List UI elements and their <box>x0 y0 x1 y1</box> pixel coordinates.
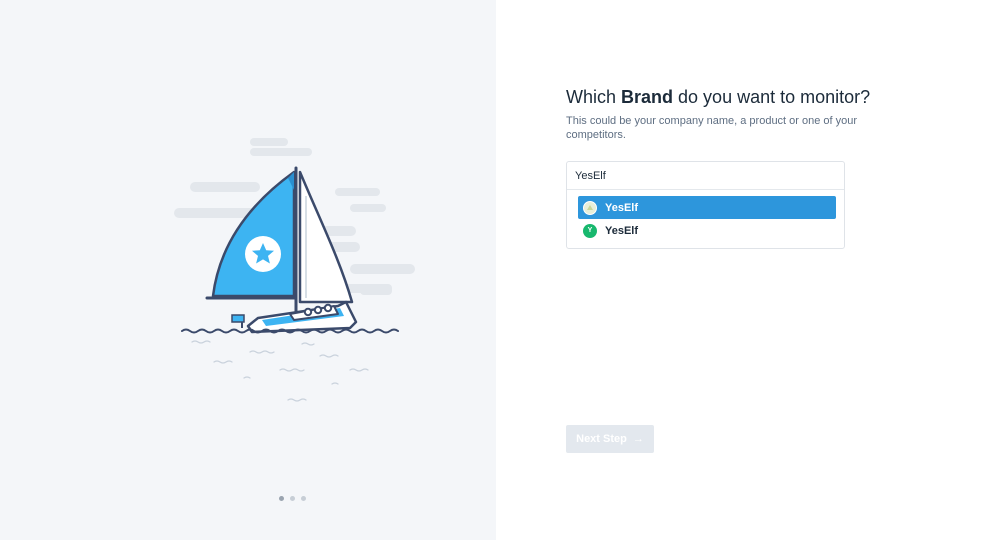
pager-dot[interactable] <box>301 496 306 501</box>
page-subtitle: This could be your company name, a produ… <box>566 115 858 141</box>
suggestion-item[interactable]: Y YesElf <box>578 219 836 242</box>
arrow-right-icon: → <box>632 433 644 445</box>
next-step-label: Next Step <box>576 433 627 445</box>
suggestion-item-selected[interactable]: YesElf <box>578 196 836 219</box>
pager-dot-active[interactable] <box>279 496 284 501</box>
next-step-button[interactable]: Next Step → <box>566 425 654 453</box>
title-emphasis: Brand <box>621 87 674 107</box>
title-suffix: do you want to monitor? <box>673 87 871 107</box>
brand-search-input[interactable] <box>567 162 844 190</box>
brand-logo-icon <box>583 200 597 215</box>
page-title: Which Brand do you want to monitor? <box>566 87 870 108</box>
pager-dots <box>279 496 306 501</box>
title-prefix: Which <box>566 87 622 107</box>
illustration-panel <box>0 0 496 540</box>
sailboat-illustration <box>174 138 415 402</box>
pager-dot[interactable] <box>290 496 295 501</box>
letter-avatar-icon: Y <box>583 223 597 238</box>
form-panel <box>496 0 1000 540</box>
suggestion-list: YesElf Y YesElf <box>578 196 836 242</box>
suggestion-label: YesElf <box>605 201 639 214</box>
brand-search-box: YesElf Y YesElf <box>566 161 845 249</box>
suggestion-label: YesElf <box>605 224 639 237</box>
